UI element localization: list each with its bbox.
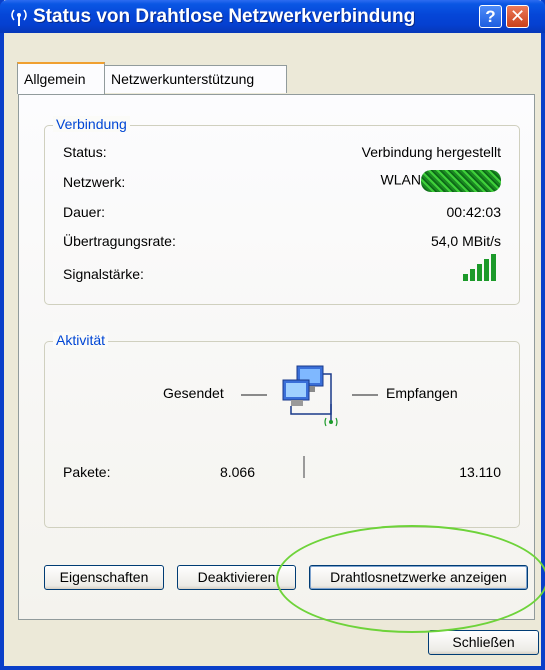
redacted-network-name — [421, 170, 501, 192]
status-dialog: Status von Drahtlose Netzwerkverbindung … — [0, 0, 545, 670]
packets-label: Pakete: — [63, 464, 111, 480]
wireless-network-icon — [11, 9, 27, 26]
title-bar[interactable]: Status von Drahtlose Netzwerkverbindung … — [0, 0, 545, 33]
packets-sent-value: 8.066 — [219, 464, 255, 480]
received-label: Empfangen — [386, 385, 458, 401]
duration-label: Dauer: — [63, 204, 106, 220]
deactivate-button[interactable]: Deaktivieren — [177, 565, 296, 590]
window-title: Status von Drahtlose Netzwerkverbindung — [33, 6, 416, 27]
sent-line — [241, 394, 267, 396]
connection-group: Verbindung Status: Verbindung hergestell… — [44, 116, 520, 305]
tab-panel-general: Verbindung Status: Verbindung hergestell… — [18, 94, 535, 620]
received-line — [352, 394, 378, 396]
network-activity-icon — [282, 365, 338, 427]
network-value: WLAN — [380, 171, 421, 188]
signal-label: Signalstärke: — [63, 266, 144, 282]
close-button[interactable]: Schließen — [428, 630, 539, 655]
help-button[interactable]: ? — [479, 5, 502, 28]
speed-label: Übertragungsrate: — [63, 233, 176, 249]
status-label: Status: — [63, 144, 107, 160]
show-wireless-networks-button[interactable]: Drahtlosnetzwerke anzeigen — [309, 565, 528, 590]
tab-allgemein[interactable]: Allgemein — [17, 62, 105, 94]
tab-netzwerkunterstuetzung[interactable]: Netzwerkunterstützung — [104, 65, 287, 93]
signal-strength-icon — [463, 254, 496, 281]
properties-button[interactable]: Eigenschaften — [44, 565, 164, 590]
network-value-row: WLAN — [381, 170, 501, 192]
packets-received-value: 13.110 — [459, 464, 501, 480]
activity-group-label: Aktivität — [53, 332, 109, 348]
speed-value: 54,0 MBit/s — [430, 233, 501, 249]
connection-group-label: Verbindung — [53, 116, 130, 132]
duration-value: 00:42:03 — [446, 204, 502, 220]
activity-group: Aktivität Gesendet Empfangen Pakete: 8.0… — [44, 332, 520, 528]
close-window-button[interactable]: ✕ — [506, 5, 529, 28]
network-label: Netzwerk: — [63, 174, 126, 190]
packets-divider — [303, 456, 305, 478]
status-value: Verbindung hergestellt — [361, 144, 501, 160]
sent-label: Gesendet — [163, 385, 224, 401]
